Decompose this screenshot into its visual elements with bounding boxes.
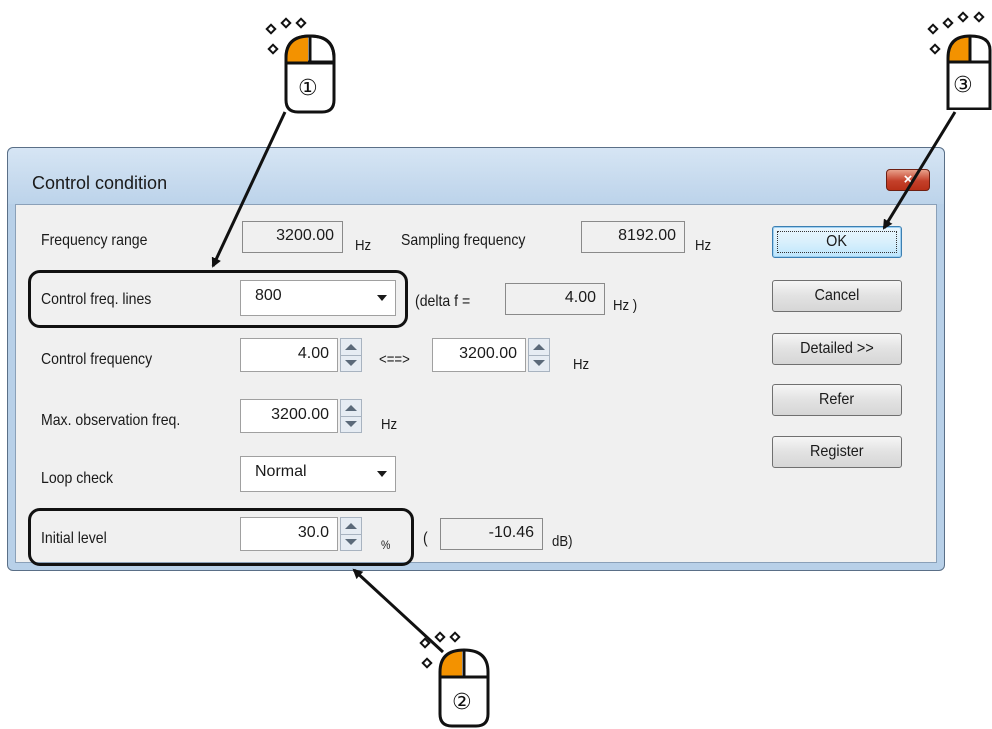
callout-number-3: ③ [953, 73, 973, 98]
callout-arrows [211, 111, 957, 654]
arrow-1 [211, 111, 287, 268]
mouse-icon [265, 17, 336, 114]
arrow-3 [882, 111, 957, 230]
callout-number-1: ① [298, 76, 318, 101]
callout-number-2: ② [452, 690, 472, 715]
